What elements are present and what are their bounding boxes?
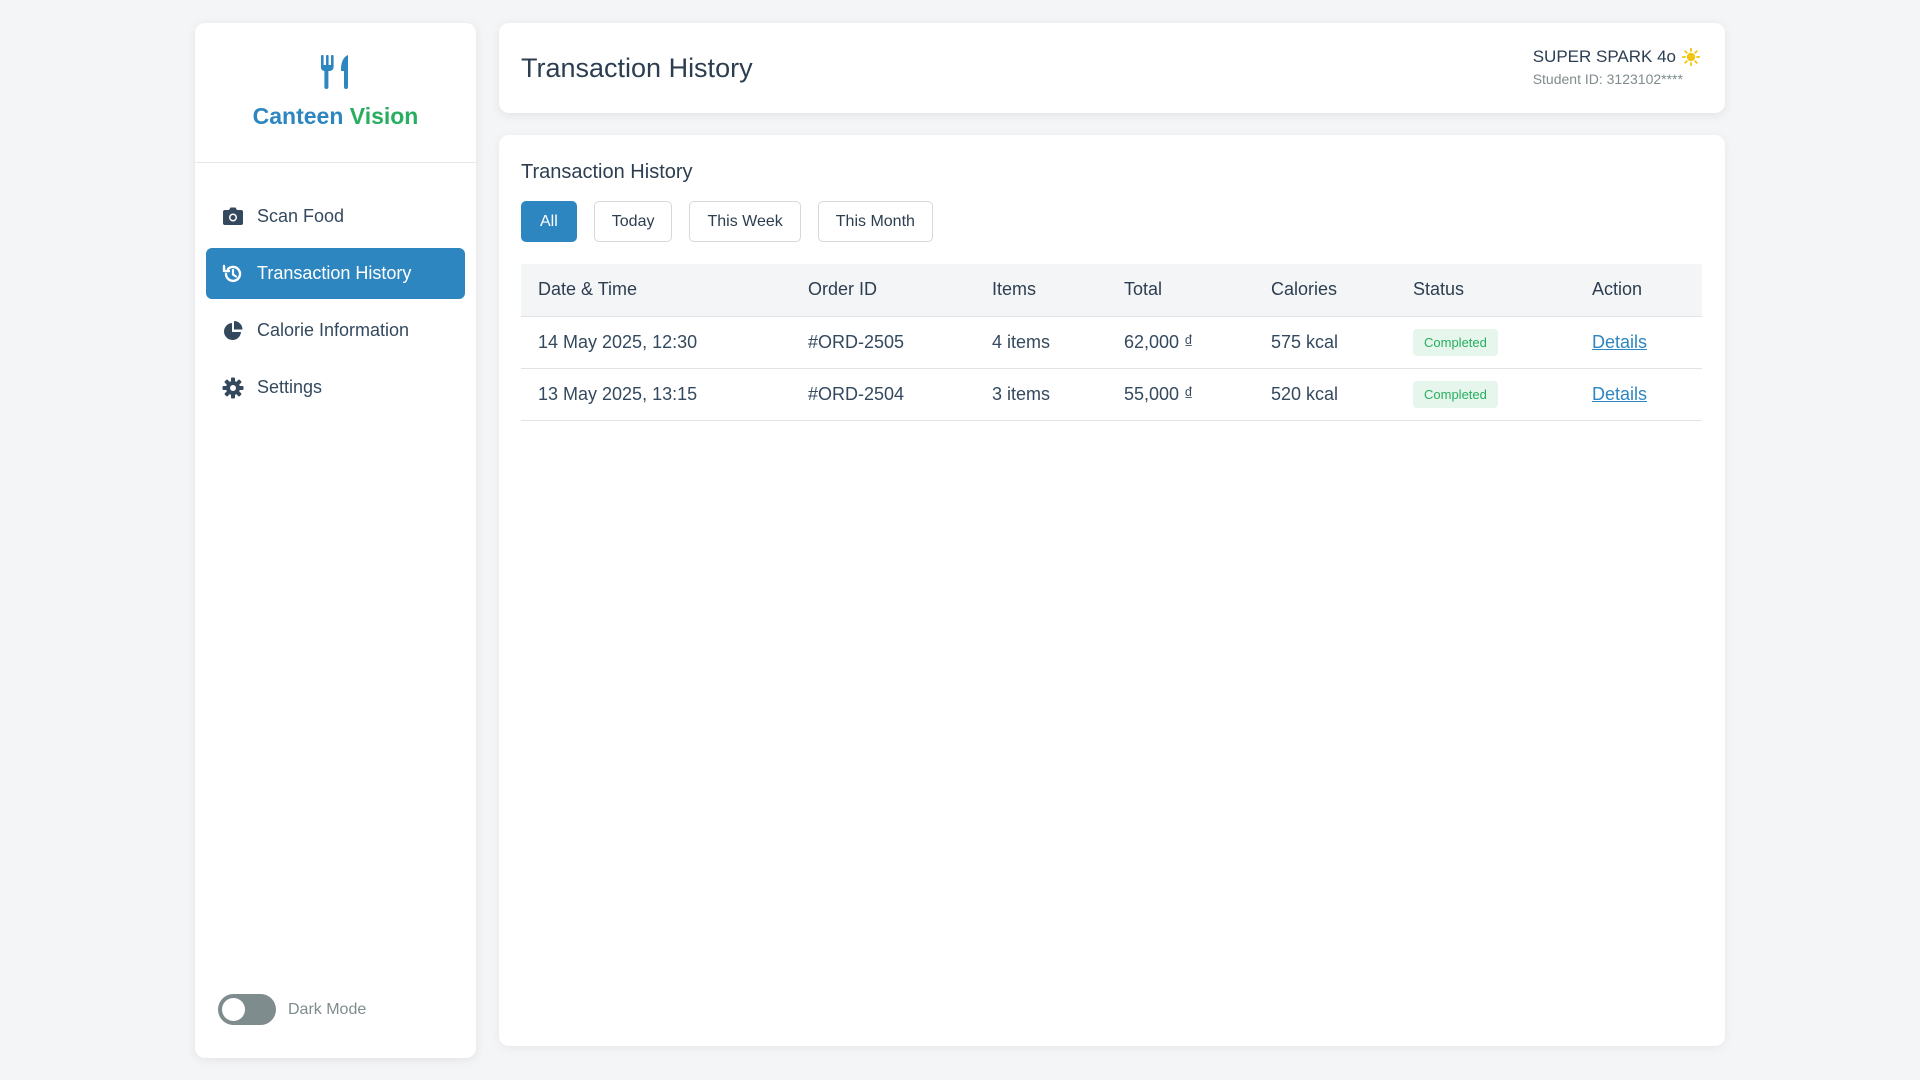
cell-action: Details: [1575, 368, 1702, 421]
camera-icon: [222, 206, 244, 228]
page-title: Transaction History: [521, 53, 753, 83]
sidebar-item-transaction-history[interactable]: Transaction History: [206, 248, 465, 299]
sidebar-item-label: Scan Food: [257, 206, 345, 226]
cell-status: Completed: [1396, 368, 1575, 421]
sidebar-nav: Scan Food Transaction History Calorie In…: [195, 163, 476, 413]
table-header-row: Date & Time Order ID Items Total Calorie…: [521, 264, 1702, 317]
cell-datetime: 13 May 2025, 13:15: [521, 368, 791, 421]
filter-today-button[interactable]: Today: [593, 201, 673, 242]
filter-all-button[interactable]: All: [521, 201, 577, 242]
cell-items: 4 items: [975, 316, 1107, 369]
column-header-order-id: Order ID: [791, 264, 975, 317]
brand-name: Canteen Vision: [253, 103, 419, 130]
cell-order-id: #ORD-2505: [791, 316, 975, 369]
dark-mode-switch[interactable]: [218, 994, 276, 1025]
page-header: Transaction History SUPER SPARK 4o Stude…: [499, 23, 1725, 113]
cell-datetime: 14 May 2025, 12:30: [521, 316, 791, 369]
table-row: 13 May 2025, 13:15 #ORD-2504 3 items 55,…: [521, 368, 1702, 421]
section-title: Transaction History: [521, 161, 693, 183]
sidebar: Canteen Vision Scan Food Transaction His…: [195, 23, 476, 1058]
sun-icon: [1681, 47, 1701, 67]
filter-this-week-button[interactable]: This Week: [689, 201, 801, 242]
switch-knob: [222, 998, 245, 1021]
transactions-table: Date & Time Order ID Items Total Calorie…: [521, 264, 1702, 421]
dark-mode-label: Dark Mode: [288, 1000, 367, 1018]
cell-total: 62,000 ₫: [1107, 316, 1254, 369]
user-name-row: SUPER SPARK 4o: [1532, 47, 1701, 67]
user-info: SUPER SPARK 4o Student ID: 3123102****: [1532, 47, 1701, 87]
cell-calories: 575 kcal: [1254, 316, 1396, 369]
column-header-status: Status: [1396, 264, 1575, 317]
sidebar-item-settings[interactable]: Settings: [206, 362, 465, 413]
student-id: Student ID: 3123102****: [1532, 71, 1683, 87]
history-icon: [222, 263, 244, 285]
gear-icon: [222, 377, 244, 399]
main-panel: Transaction History All Today This Week …: [499, 135, 1725, 1046]
sidebar-item-calorie-information[interactable]: Calorie Information: [206, 305, 465, 356]
cell-action: Details: [1575, 316, 1702, 369]
utensils-icon: [319, 53, 353, 89]
brand-name-part2: Vision: [349, 103, 419, 129]
filter-group: All Today This Week This Month: [521, 201, 950, 242]
sidebar-item-label: Settings: [257, 377, 323, 397]
brand: Canteen Vision: [195, 23, 476, 163]
filter-this-month-button[interactable]: This Month: [817, 201, 933, 242]
column-header-total: Total: [1107, 264, 1254, 317]
status-badge: Completed: [1413, 380, 1498, 408]
sidebar-item-label: Calorie Information: [257, 320, 410, 340]
dark-mode-toggle-row: Dark Mode: [218, 994, 366, 1025]
details-link[interactable]: Details: [1592, 384, 1647, 404]
cell-calories: 520 kcal: [1254, 368, 1396, 421]
user-name: SUPER SPARK 4o: [1532, 47, 1676, 66]
cell-total: 55,000 ₫: [1107, 368, 1254, 421]
details-link[interactable]: Details: [1592, 332, 1647, 352]
cell-order-id: #ORD-2504: [791, 368, 975, 421]
table-row: 14 May 2025, 12:30 #ORD-2505 4 items 62,…: [521, 316, 1702, 369]
cell-items: 3 items: [975, 368, 1107, 421]
sidebar-item-label: Transaction History: [257, 263, 412, 283]
sidebar-item-scan-food[interactable]: Scan Food: [206, 191, 465, 242]
column-header-action: Action: [1575, 264, 1702, 317]
brand-name-part1: Canteen: [252, 103, 344, 129]
cell-status: Completed: [1396, 316, 1575, 369]
status-badge: Completed: [1413, 328, 1498, 356]
column-header-datetime: Date & Time: [521, 264, 791, 317]
column-header-items: Items: [975, 264, 1107, 317]
pie-chart-icon: [222, 320, 244, 342]
column-header-calories: Calories: [1254, 264, 1396, 317]
